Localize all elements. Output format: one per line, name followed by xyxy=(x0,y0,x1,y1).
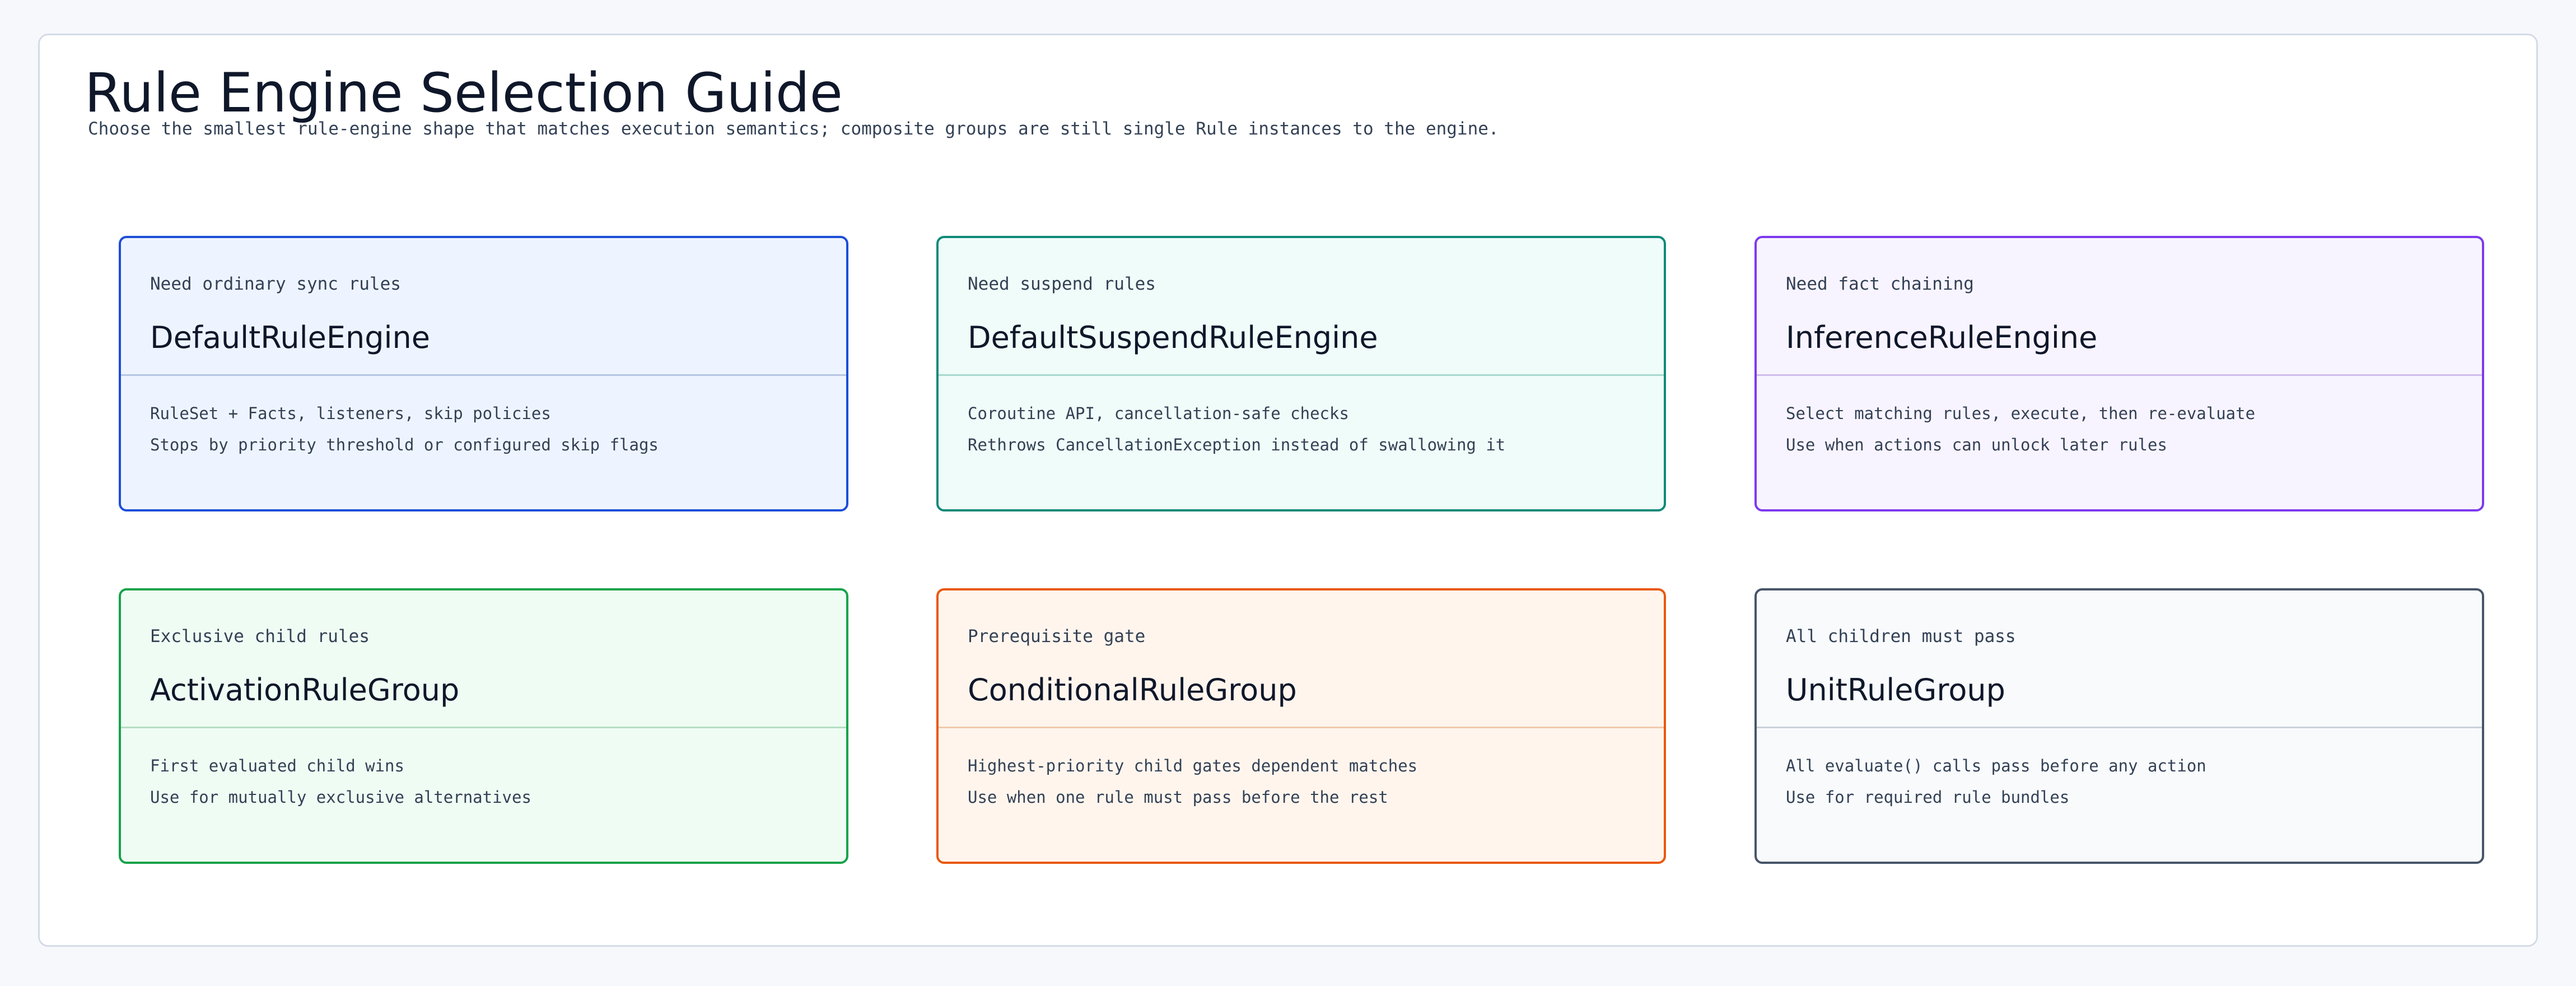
card-detail-line: Use for mutually exclusive alternatives xyxy=(150,788,531,807)
card-detail-line: Use when actions can unlock later rules xyxy=(1786,435,2167,454)
card-eyebrow: Need fact chaining xyxy=(1786,274,1974,294)
card-engine-name: DefaultSuspendRuleEngine xyxy=(968,320,1378,355)
card-engine-name: InferenceRuleEngine xyxy=(1786,320,2098,355)
card-default-suspend-rule-engine: Need suspend rules DefaultSuspendRuleEng… xyxy=(936,236,1666,511)
card-divider xyxy=(939,374,1664,376)
card-detail-line: RuleSet + Facts, listeners, skip policie… xyxy=(150,404,551,423)
card-divider xyxy=(939,727,1664,728)
guide-panel: Rule Engine Selection Guide Choose the s… xyxy=(38,34,2538,947)
card-detail-line: Use when one rule must pass before the r… xyxy=(968,788,1388,807)
card-detail-line: Rethrows CancellationException instead o… xyxy=(968,435,1506,454)
card-conditional-rule-group: Prerequisite gate ConditionalRuleGroup H… xyxy=(936,588,1666,864)
card-activation-rule-group: Exclusive child rules ActivationRuleGrou… xyxy=(119,588,848,864)
card-engine-name: DefaultRuleEngine xyxy=(150,320,430,355)
card-inference-rule-engine: Need fact chaining InferenceRuleEngine S… xyxy=(1754,236,2484,511)
card-engine-name: ActivationRuleGroup xyxy=(150,672,460,708)
page-subtitle: Choose the smallest rule-engine shape th… xyxy=(88,119,1499,139)
card-divider xyxy=(1757,374,2482,376)
card-detail-line: Use for required rule bundles xyxy=(1786,788,2070,807)
card-eyebrow: Need suspend rules xyxy=(968,274,1156,294)
card-engine-name: ConditionalRuleGroup xyxy=(968,672,1297,708)
card-default-rule-engine: Need ordinary sync rules DefaultRuleEngi… xyxy=(119,236,848,511)
card-detail-line: All evaluate() calls pass before any act… xyxy=(1786,756,2206,775)
card-eyebrow: Exclusive child rules xyxy=(150,626,370,647)
card-divider xyxy=(121,374,846,376)
card-detail-line: Stops by priority threshold or configure… xyxy=(150,435,659,454)
card-unit-rule-group: All children must pass UnitRuleGroup All… xyxy=(1754,588,2484,864)
card-detail-line: First evaluated child wins xyxy=(150,756,404,775)
card-detail-line: Coroutine API, cancellation-safe checks xyxy=(968,404,1349,423)
card-divider xyxy=(1757,727,2482,728)
card-eyebrow: Need ordinary sync rules xyxy=(150,274,401,294)
card-eyebrow: Prerequisite gate xyxy=(968,626,1146,647)
card-engine-name: UnitRuleGroup xyxy=(1786,672,2005,708)
card-detail-line: Select matching rules, execute, then re-… xyxy=(1786,404,2256,423)
card-detail-line: Highest-priority child gates dependent m… xyxy=(968,756,1418,775)
card-divider xyxy=(121,727,846,728)
card-eyebrow: All children must pass xyxy=(1786,626,2016,647)
